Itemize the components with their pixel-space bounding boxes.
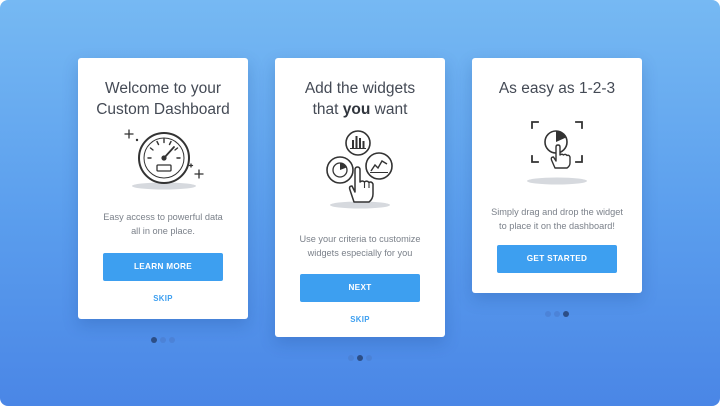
onboarding-card-welcome: Welcome to your Custom Dashboard Easy ac… [78, 58, 248, 319]
get-started-button[interactable]: GET STARTED [497, 245, 617, 273]
skip-link[interactable]: SKIP [78, 294, 248, 303]
onboarding-card-widgets: Add the widgets that you want Use your c… [275, 58, 445, 337]
skip-link[interactable]: SKIP [275, 315, 445, 324]
pagination-dot-2[interactable] [357, 355, 363, 361]
widgets-hand-icon [326, 130, 393, 209]
pagination-dots [545, 311, 569, 317]
card-title: Welcome to your Custom Dashboard [96, 80, 230, 118]
pagination-dot-1[interactable] [348, 355, 354, 361]
pagination-dots [348, 355, 372, 361]
learn-more-button[interactable]: LEARN MORE [103, 253, 223, 281]
speedometer-icon [124, 129, 204, 190]
drag-drop-icon [527, 121, 587, 185]
pagination-dot-1[interactable] [151, 337, 157, 343]
card-title: Add the widgets that you want [304, 80, 416, 118]
pagination-dot-3[interactable] [169, 337, 175, 343]
onboarding-card-easy: As easy as 1-2-3 Simply drag and drop th… [472, 58, 642, 293]
card-description: Easy access to powerful data all in one … [103, 212, 223, 236]
pagination-dot-1[interactable] [545, 311, 551, 317]
pagination-dot-2[interactable] [554, 311, 560, 317]
pagination-dot-2[interactable] [160, 337, 166, 343]
pagination-dot-3[interactable] [563, 311, 569, 317]
card-title: As easy as 1-2-3 [498, 80, 616, 97]
next-button[interactable]: NEXT [300, 274, 420, 302]
card-description: Use your criteria to customize widgets e… [299, 234, 421, 258]
card-description: Simply drag and drop the widget to place… [491, 207, 623, 231]
pagination-dot-3[interactable] [366, 355, 372, 361]
onboarding-stage: Welcome to your Custom Dashboard Easy ac… [0, 0, 720, 406]
pagination-dots [151, 337, 175, 343]
